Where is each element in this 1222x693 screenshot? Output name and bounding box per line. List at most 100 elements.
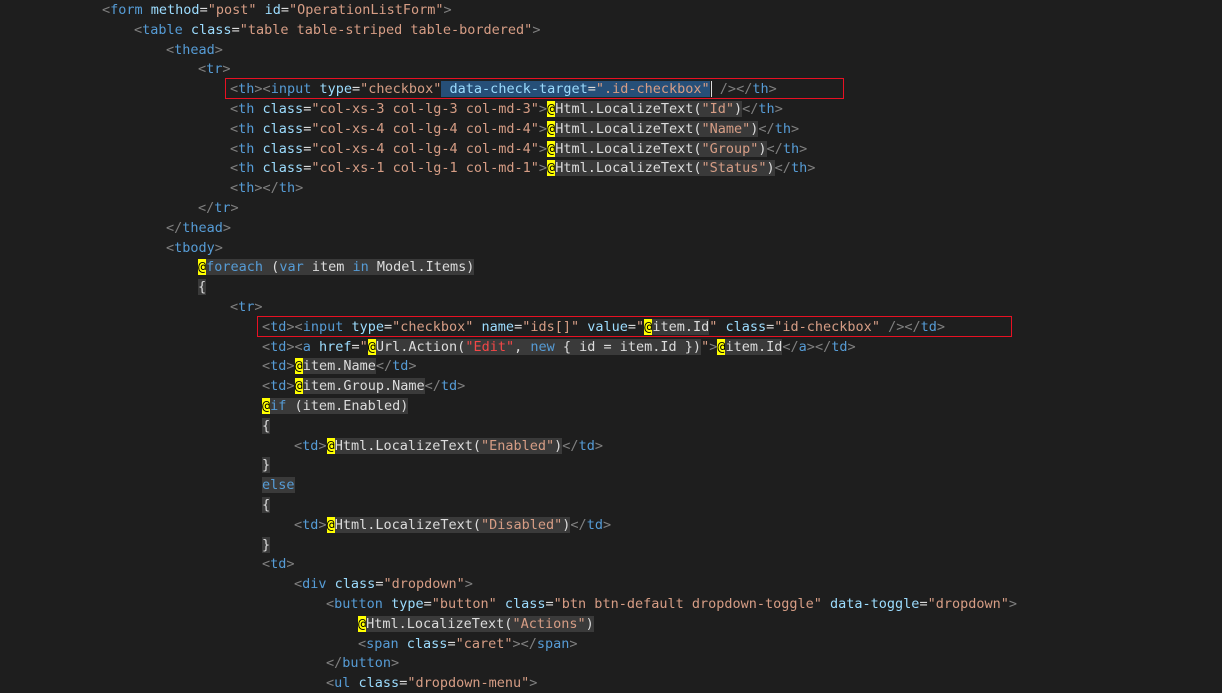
- code-token: th: [758, 101, 775, 117]
- code-token: <: [134, 21, 143, 38]
- code-token: "col-xs-4 col-lg-4 col-md-4": [311, 120, 539, 137]
- code-token: "col-xs-4 col-lg-4 col-md-4": [311, 140, 539, 157]
- code-line[interactable]: {: [262, 416, 271, 436]
- code-line[interactable]: </button>: [326, 653, 399, 673]
- code-token: method: [150, 2, 200, 18]
- code-token: name: [481, 318, 515, 335]
- code-token: <: [294, 576, 303, 593]
- code-token: class: [262, 160, 304, 177]
- code-token: value: [587, 318, 628, 335]
- code-line[interactable]: <td>@Html.LocalizeText("Enabled")</td>: [294, 436, 603, 456]
- code-line[interactable]: <th class="col-xs-4 col-lg-4 col-md-4">@…: [230, 139, 807, 159]
- code-token: div: [302, 576, 327, 593]
- code-token: "Enabled": [481, 437, 555, 454]
- code-token: =: [231, 21, 240, 38]
- code-token: type: [351, 318, 384, 335]
- code-token: @: [294, 378, 303, 395]
- code-line[interactable]: <ul class="dropdown-menu">: [326, 673, 537, 693]
- code-line[interactable]: <form method="post" id="OperationListFor…: [102, 0, 452, 20]
- code-line[interactable]: <td>@item.Name</td>: [262, 356, 417, 376]
- code-line[interactable]: {: [262, 495, 271, 515]
- code-line[interactable]: <td>@item.Group.Name</td>: [262, 376, 465, 396]
- code-token: </: [758, 120, 775, 137]
- code-token: <: [230, 120, 239, 137]
- code-line[interactable]: }: [262, 535, 271, 555]
- code-line[interactable]: else: [262, 475, 295, 495]
- code-token: th: [790, 160, 808, 177]
- code-line[interactable]: <tr>: [198, 59, 231, 79]
- code-token: (item.Enabled): [286, 398, 409, 414]
- code-token: />: [888, 318, 905, 335]
- code-token: new: [530, 338, 555, 355]
- code-line[interactable]: <td><input type="checkbox" name="ids[]" …: [262, 317, 945, 337]
- code-token: =: [199, 2, 208, 18]
- code-token: class: [725, 318, 767, 335]
- code-token: href: [318, 338, 352, 355]
- code-token: button: [334, 596, 383, 612]
- code-token: td: [270, 318, 287, 335]
- code-token: ): [734, 101, 743, 117]
- code-line[interactable]: {: [198, 277, 207, 297]
- code-token: class: [406, 635, 448, 652]
- code-editor[interactable]: <form method="post" id="OperationListFor…: [0, 0, 1222, 691]
- code-token: >: [222, 219, 232, 236]
- code-token: span: [536, 635, 570, 652]
- code-line[interactable]: <button type="button" class="btn btn-def…: [326, 594, 1017, 614]
- code-token: ": [359, 338, 368, 355]
- code-line[interactable]: @foreach (var item in Model.Items): [198, 257, 475, 277]
- code-line[interactable]: }: [262, 455, 271, 475]
- code-token: item.Name: [302, 358, 376, 375]
- code-token: class: [262, 120, 304, 137]
- code-line[interactable]: <tbody>: [166, 238, 223, 258]
- code-token: "ids[]": [522, 318, 580, 335]
- code-line[interactable]: <tr>: [230, 297, 263, 317]
- code-line[interactable]: <td>: [262, 554, 295, 574]
- code-token: >: [806, 338, 815, 355]
- code-token: [441, 81, 450, 98]
- code-token: >: [318, 437, 327, 454]
- code-token: @: [547, 120, 556, 137]
- code-line[interactable]: <div class="dropdown">: [294, 574, 473, 594]
- code-line[interactable]: <td>@Html.LocalizeText("Disabled")</td>: [294, 515, 611, 535]
- code-token: type: [319, 81, 352, 98]
- code-token: "caret": [455, 635, 513, 652]
- code-token: ".id-checkbox": [595, 81, 710, 98]
- code-token: >: [286, 338, 295, 355]
- code-line[interactable]: @if (item.Enabled): [262, 396, 409, 416]
- code-token: tr: [206, 61, 223, 78]
- code-token: "dropdown": [927, 596, 1009, 612]
- code-line[interactable]: <th class="col-xs-1 col-lg-1 col-md-1">@…: [230, 158, 815, 178]
- code-line[interactable]: </tr>: [198, 198, 239, 218]
- code-token: </: [166, 219, 183, 236]
- code-token: </: [198, 200, 215, 216]
- code-token: ": [701, 338, 710, 355]
- code-token: td: [578, 437, 595, 454]
- code-token: a: [302, 338, 311, 355]
- code-token: ): [585, 615, 594, 632]
- code-token: @: [326, 437, 335, 454]
- code-token: >: [538, 101, 548, 117]
- code-line[interactable]: <span class="caret"></span>: [358, 634, 578, 654]
- code-token: <: [262, 81, 271, 98]
- code-line[interactable]: <th></th>: [230, 178, 303, 198]
- code-token: Html.LocalizeText(: [366, 615, 513, 632]
- code-token: <: [102, 2, 111, 18]
- code-line[interactable]: <thead>: [166, 40, 223, 60]
- code-line[interactable]: <table class="table table-striped table-…: [134, 20, 540, 40]
- code-token: <: [262, 556, 271, 573]
- code-token: ": [636, 318, 645, 335]
- code-token: Html.LocalizeText(: [555, 120, 702, 137]
- code-token: @: [294, 358, 303, 375]
- code-token: Html.LocalizeText(: [555, 160, 702, 177]
- code-line[interactable]: @Html.LocalizeText("Actions"): [358, 614, 594, 634]
- code-line[interactable]: </thead>: [166, 218, 231, 238]
- code-token: td: [270, 358, 287, 375]
- code-line[interactable]: <th class="col-xs-4 col-lg-4 col-md-4">@…: [230, 119, 799, 139]
- code-line[interactable]: <th class="col-xs-3 col-lg-3 col-md-3">@…: [230, 99, 783, 119]
- code-line[interactable]: <td><a href="@Url.Action("Edit", new { i…: [262, 337, 856, 357]
- code-token: <: [230, 180, 239, 197]
- code-token: if: [270, 398, 287, 414]
- code-line[interactable]: <th><input type="checkbox" data-check-ta…: [230, 79, 777, 99]
